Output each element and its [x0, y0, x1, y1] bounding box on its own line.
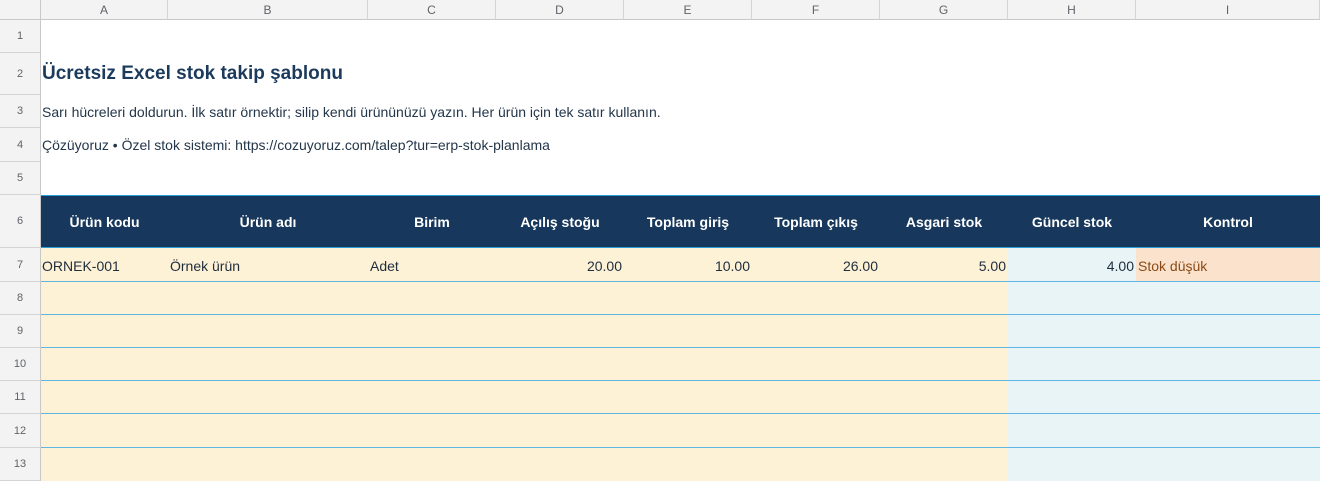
- cell-total-in[interactable]: 10.00: [624, 249, 750, 282]
- column-header-g[interactable]: G: [880, 0, 1008, 20]
- spreadsheet-grid[interactable]: A B C D E F G H I 1 2 3 4 5 6 7 8 9 10 1…: [0, 0, 1320, 481]
- formula-cells-row-8[interactable]: [1008, 282, 1320, 315]
- cell-product-code[interactable]: ORNEK-001: [42, 249, 166, 282]
- row-header-1[interactable]: 1: [0, 20, 41, 53]
- row-header-4[interactable]: 4: [0, 128, 41, 162]
- input-cells-row-11[interactable]: [41, 381, 1008, 414]
- cell-min-stock[interactable]: 5.00: [880, 249, 1006, 282]
- row-header-7[interactable]: 7: [0, 248, 41, 282]
- column-header-i[interactable]: I: [1136, 0, 1320, 20]
- row-header-5[interactable]: 5: [0, 162, 41, 195]
- column-header-f[interactable]: F: [752, 0, 880, 20]
- header-toplam-giris[interactable]: Toplam giriş: [624, 195, 752, 248]
- input-cells-row-9[interactable]: [41, 315, 1008, 348]
- select-all-corner[interactable]: [0, 0, 41, 20]
- row-header-6[interactable]: 6: [0, 195, 41, 248]
- row-header-9[interactable]: 9: [0, 315, 41, 348]
- cell-unit[interactable]: Adet: [370, 249, 494, 282]
- column-header-e[interactable]: E: [624, 0, 752, 20]
- input-cells-row-12[interactable]: [41, 414, 1008, 448]
- header-asgari-stok[interactable]: Asgari stok: [880, 195, 1008, 248]
- column-header-d[interactable]: D: [496, 0, 624, 20]
- row-header-12[interactable]: 12: [0, 414, 41, 448]
- row-header-11[interactable]: 11: [0, 381, 41, 414]
- cell-opening-stock[interactable]: 20.00: [496, 249, 622, 282]
- header-urun-kodu[interactable]: Ürün kodu: [41, 195, 168, 248]
- header-acilis-stogu[interactable]: Açılış stoğu: [496, 195, 624, 248]
- row-header-13[interactable]: 13: [0, 448, 41, 481]
- column-header-b[interactable]: B: [168, 0, 368, 20]
- input-cells-row-8[interactable]: [41, 282, 1008, 315]
- contact-link-text[interactable]: Çözüyoruz • Özel stok sistemi: https://c…: [42, 137, 550, 153]
- formula-cells-row-9[interactable]: [1008, 315, 1320, 348]
- cell-status-low-stock[interactable]: Stok düşük: [1138, 249, 1318, 282]
- row-header-2[interactable]: 2: [0, 53, 41, 95]
- column-header-c[interactable]: C: [368, 0, 496, 20]
- cell-total-out[interactable]: 26.00: [752, 249, 878, 282]
- instructions-text[interactable]: Sarı hücreleri doldurun. İlk satır örnek…: [42, 104, 661, 120]
- row-header-8[interactable]: 8: [0, 282, 41, 315]
- header-kontrol[interactable]: Kontrol: [1136, 195, 1320, 248]
- cell-product-name[interactable]: Örnek ürün: [170, 249, 366, 282]
- column-header-h[interactable]: H: [1008, 0, 1136, 20]
- cell-current-stock[interactable]: 4.00: [1008, 249, 1134, 282]
- row-header-3[interactable]: 3: [0, 95, 41, 128]
- formula-cells-row-10[interactable]: [1008, 348, 1320, 381]
- header-birim[interactable]: Birim: [368, 195, 496, 248]
- formula-cells-row-13[interactable]: [1008, 448, 1320, 481]
- header-guncel-stok[interactable]: Güncel stok: [1008, 195, 1136, 248]
- input-cells-row-10[interactable]: [41, 348, 1008, 381]
- row-header-10[interactable]: 10: [0, 348, 41, 381]
- formula-cells-row-12[interactable]: [1008, 414, 1320, 448]
- column-header-a[interactable]: A: [41, 0, 168, 20]
- header-urun-adi[interactable]: Ürün adı: [168, 195, 368, 248]
- header-toplam-cikis[interactable]: Toplam çıkış: [752, 195, 880, 248]
- sheet-title[interactable]: Ücretsiz Excel stok takip şablonu: [42, 63, 343, 85]
- input-cells-row-13[interactable]: [41, 448, 1008, 481]
- formula-cells-row-11[interactable]: [1008, 381, 1320, 414]
